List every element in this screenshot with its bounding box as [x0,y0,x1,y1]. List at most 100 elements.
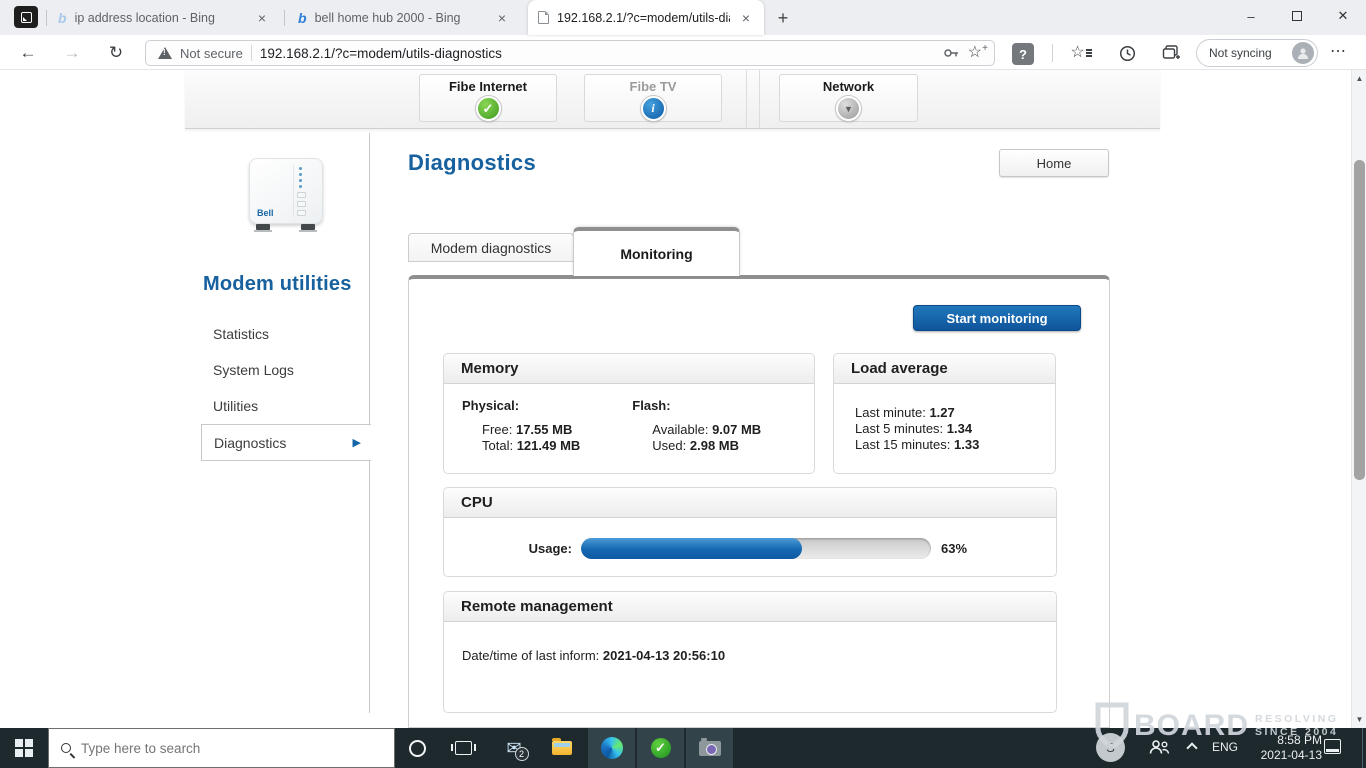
security-label: Not secure [180,46,243,61]
active-arrow-icon: ▶ [353,436,361,449]
window-minimize-button[interactable]: – [1228,0,1274,32]
search-input[interactable] [81,741,341,756]
tab-close-icon[interactable]: × [738,10,754,26]
collections-icon[interactable] [1158,41,1184,65]
history-icon[interactable] [1114,41,1140,65]
ribbon-divider [759,70,760,128]
tab-close-icon[interactable]: × [254,10,270,26]
tab-title: bell home hub 2000 - Bing [315,11,486,25]
memory-flash-column: Flash: Available: 9.07 MB Used: 2.98 MB [632,398,761,454]
new-tab-button[interactable]: + [770,5,796,31]
load-average-card: Load average Last minute: 1.27 Last 5 mi… [833,353,1056,474]
cortana-icon [409,740,426,757]
browser-toolbar: ← → ↻ Not secure 192.168.2.1/?c=modem/ut… [0,35,1366,70]
clock[interactable]: 8:58 PM 2021-04-13 [1261,733,1322,763]
load-row: Last 5 minutes: 1.34 [855,421,1055,437]
sidebar-item-diagnostics[interactable]: Diagnostics ▶ [201,424,371,461]
cpu-usage-bar [581,538,931,559]
memory-card-title: Memory [444,354,814,384]
scroll-down-icon[interactable]: ▼ [1352,715,1366,724]
sidebar-title: Modem utilities [203,273,352,296]
scrollbar-thumb[interactable] [1354,160,1365,480]
sidebar-item-statistics[interactable]: Statistics [213,326,353,342]
taskbar: ✉2 ✓ S ENG 8:58 PM 2021-04-13 [0,728,1366,768]
cpu-usage-fill [581,538,802,559]
file-explorer-button[interactable] [539,728,585,768]
cpu-card-title: CPU [444,488,1056,518]
scroll-up-icon[interactable]: ▲ [1352,74,1366,83]
refresh-button[interactable]: ↻ [102,39,130,67]
cortana-button[interactable] [395,728,439,768]
camera-app-button[interactable] [686,728,733,768]
mail-badge: 2 [515,747,529,761]
start-monitoring-button[interactable]: Start monitoring [913,305,1081,331]
forward-button[interactable]: → [58,39,86,67]
load-average-title: Load average [834,354,1055,384]
memory-row: Total: 121.49 MB [482,438,580,454]
folder-icon [552,741,572,755]
address-bar[interactable]: Not secure 192.168.2.1/?c=modem/utils-di… [145,40,995,66]
camera-icon [699,741,721,756]
tab-modem-diagnostics[interactable]: Modem diagnostics [408,233,574,262]
status-fibe-tv[interactable]: Fibe TV i [584,74,722,122]
webpage: Fibe Internet ✓ Fibe TV i Network ▼ Bell… [0,70,1366,728]
back-button[interactable]: ← [14,39,42,67]
edge-icon [601,737,623,759]
physical-label: Physical: [462,398,580,413]
antivirus-app-button[interactable]: ✓ [637,728,684,768]
bing-favicon: b [58,10,67,26]
favorites-bar-icon[interactable]: ☆ [1068,41,1094,65]
status-info-icon: i [641,96,666,121]
sidebar-item-system-logs[interactable]: System Logs [213,362,353,378]
sidebar-item-utilities[interactable]: Utilities [213,398,353,414]
bing-favicon: b [298,10,307,26]
tab-close-icon[interactable]: × [494,10,510,26]
not-secure-warning-icon [158,47,172,59]
remote-management-title: Remote management [444,592,1056,622]
browser-tab-2[interactable]: b bell home hub 2000 - Bing × [288,0,520,35]
mail-app-button[interactable]: ✉2 [491,728,537,768]
status-label: Fibe Internet [420,79,556,94]
status-network[interactable]: Network ▼ [779,74,918,122]
memory-row: Free: 17.55 MB [482,422,580,438]
modem-foot [301,224,315,230]
browser-tab-active[interactable]: 192.168.2.1/?c=modem/utils-dia × [528,0,764,35]
action-center-icon[interactable] [1324,739,1341,754]
start-button[interactable] [0,728,48,768]
windows-logo-icon [15,739,33,757]
profile-button[interactable]: Not syncing [1196,39,1318,67]
tab-title: ip address location - Bing [75,11,246,25]
edge-app-button[interactable] [588,728,635,768]
page-scrollbar[interactable]: ▲ ▼ [1351,70,1366,728]
password-key-icon[interactable] [943,45,960,61]
language-indicator[interactable]: ENG [1212,740,1238,754]
status-fibe-internet[interactable]: Fibe Internet ✓ [419,74,557,122]
taskbar-search[interactable] [48,728,395,768]
tray-avatar[interactable]: S [1096,733,1125,762]
status-label: Fibe TV [585,79,721,94]
help-extension-icon[interactable]: ? [1012,43,1034,65]
settings-menu-icon[interactable]: ⋯ [1330,41,1347,61]
browser-tab-1[interactable]: b ip address location - Bing × [48,0,280,35]
tab-monitoring[interactable]: Monitoring [573,227,740,276]
memory-card: Memory Physical: Free: 17.55 MB Total: 1… [443,353,815,474]
tray-overflow-chevron[interactable] [1186,742,1197,753]
cpu-usage-percent: 63% [941,541,967,556]
status-dropdown-icon: ▼ [836,96,861,121]
people-icon[interactable] [1148,739,1170,760]
tab-actions-menu-icon[interactable] [14,6,38,28]
task-view-button[interactable] [441,728,485,768]
window-restore-button[interactable] [1274,0,1320,32]
home-button[interactable]: Home [999,149,1109,177]
sidebar-item-label: Diagnostics [214,435,286,451]
sync-status-label: Not syncing [1209,46,1272,60]
memory-physical-column: Physical: Free: 17.55 MB Total: 121.49 M… [462,398,580,454]
add-favorite-star-icon[interactable]: ☆+ [968,45,982,61]
show-desktop-button[interactable] [1362,728,1363,768]
document-favicon [538,11,549,24]
window-close-button[interactable]: ✕ [1320,0,1366,32]
url-text[interactable]: 192.168.2.1/?c=modem/utils-diagnostics [260,46,935,61]
time: 8:58 PM [1261,733,1322,748]
remote-management-card: Remote management Date/time of last info… [443,591,1057,713]
modem-foot [256,224,270,230]
